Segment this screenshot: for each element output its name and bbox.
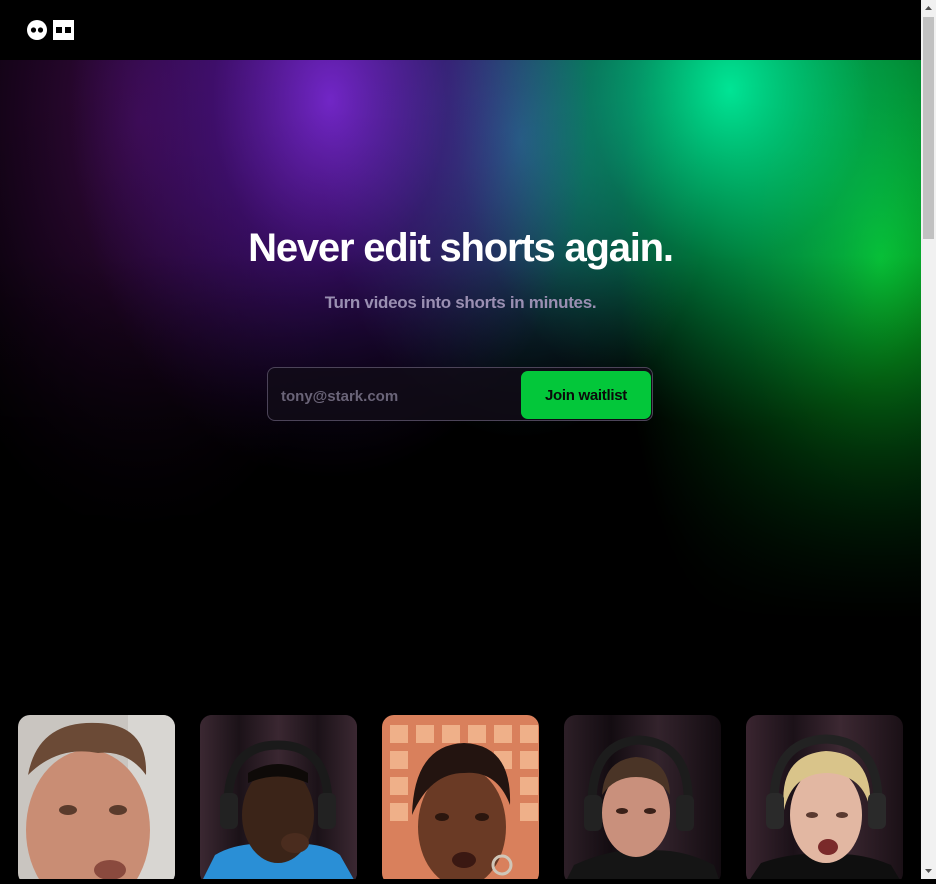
scroll-down-arrow-icon[interactable]: [921, 862, 936, 879]
page-subtitle: Turn videos into shorts in minutes.: [324, 293, 597, 312]
video-thumbnail-3[interactable]: [382, 715, 539, 879]
page: Never edit shorts again. Turn videos int…: [0, 0, 921, 879]
join-waitlist-button[interactable]: Join waitlist: [521, 371, 651, 419]
video-thumbnail-4[interactable]: [564, 715, 721, 879]
top-bar: [0, 0, 921, 60]
logo-icon[interactable]: [27, 20, 74, 40]
scroll-up-arrow-icon[interactable]: [921, 0, 936, 17]
email-field[interactable]: [281, 386, 511, 406]
scrollbar-thumb[interactable]: [923, 17, 934, 239]
waitlist-form: Join waitlist: [267, 367, 653, 421]
video-thumbnail-1[interactable]: [18, 715, 175, 879]
hero-gradient: [0, 60, 921, 620]
page-title: Never edit shorts again.: [248, 226, 674, 270]
video-thumbnail-5[interactable]: [746, 715, 903, 879]
video-thumbnail-2[interactable]: [200, 715, 357, 879]
vertical-scrollbar[interactable]: [921, 0, 936, 879]
